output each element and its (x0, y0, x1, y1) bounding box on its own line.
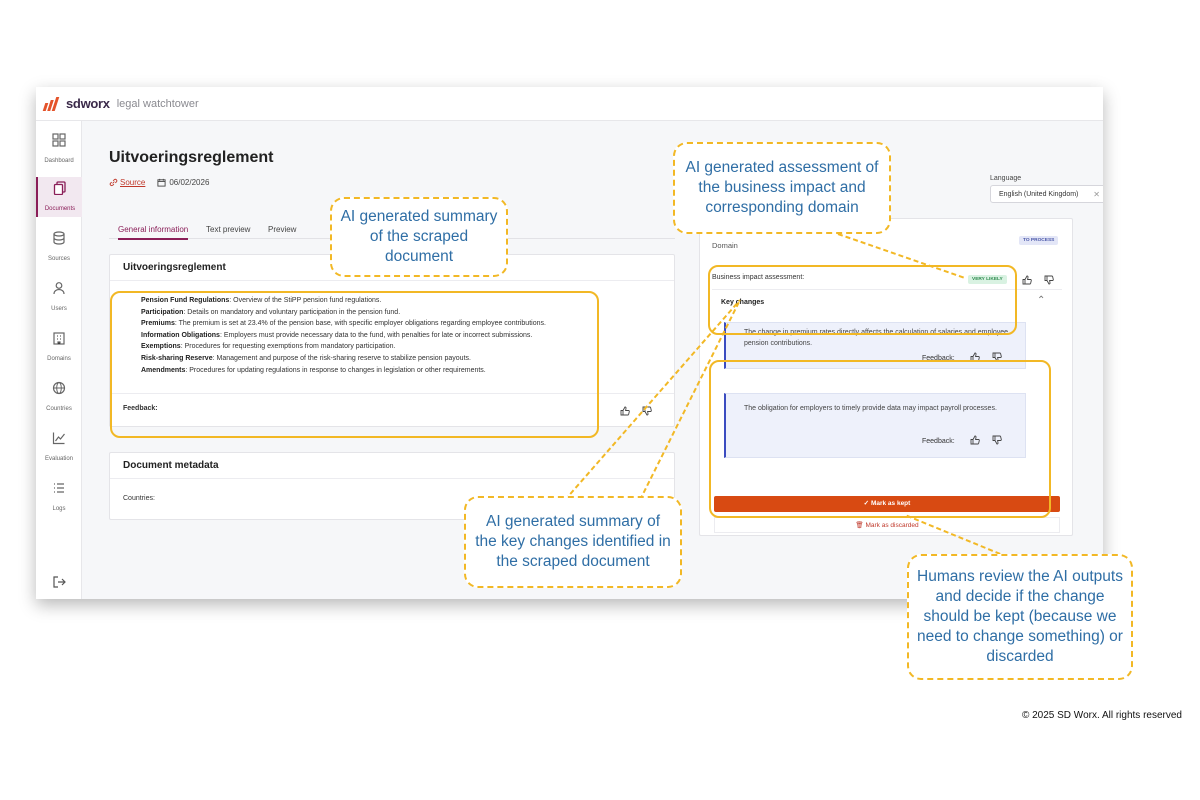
tab-text-preview[interactable]: Text preview (206, 225, 250, 234)
thumbs-up-button[interactable] (620, 403, 630, 421)
logout-button[interactable] (36, 571, 82, 591)
product-name: legal watchtower (116, 97, 199, 110)
sidebar-item-label: Users (51, 306, 67, 312)
copyright: © 2025 SD Worx. All rights reserved (1021, 710, 1182, 721)
logo: sdworx legal watchtower (42, 96, 199, 111)
trash-icon: 🗑 (855, 522, 866, 529)
chart-icon (52, 432, 65, 445)
sidebar-item-dashboard[interactable]: Dashboard (36, 129, 82, 169)
sidebar-item-label: Countries (46, 406, 72, 412)
callout-key-changes: AI generated summary of the key changes … (464, 496, 682, 588)
source-link[interactable]: Source (109, 178, 145, 187)
language-select[interactable]: English (United Kingdom) ✕ ⌄ (990, 185, 1103, 203)
globe-icon (52, 381, 66, 395)
document-date: 06/02/2026 (169, 178, 210, 187)
source-label: Source (120, 178, 146, 187)
documents-icon (53, 181, 66, 195)
top-bar: sdworx legal watchtower (36, 87, 1103, 121)
slide: sdworx legal watchtower Dashboard Docume… (0, 0, 1200, 800)
date-field: 06/02/2026 (157, 178, 209, 187)
calendar-icon (157, 178, 166, 187)
chevron-up-icon[interactable]: ⌃ (1037, 295, 1045, 306)
user-icon (53, 282, 65, 295)
grid-icon (52, 133, 66, 147)
list-icon (54, 483, 64, 493)
sidebar-item-label: Dashboard (44, 158, 74, 164)
metadata-card-title: Document metadata (110, 453, 674, 479)
sidebar-item-label: Documents (44, 206, 76, 212)
countries-label: Countries: (123, 495, 155, 502)
thumbs-down-button[interactable] (1044, 272, 1054, 290)
building-icon (53, 332, 65, 345)
callout-summary: AI generated summary of the scraped docu… (330, 197, 508, 277)
sidebar: Dashboard Documents Sources Users Domain… (36, 121, 82, 599)
thumbs-up-button[interactable] (1022, 272, 1032, 290)
link-icon (109, 178, 118, 187)
thumbs-up-icon (620, 406, 630, 416)
key-changes-highlight (709, 360, 1051, 518)
document-meta: Source 06/02/2026 (109, 178, 209, 187)
callout-review: Humans review the AI outputs and decide … (907, 554, 1133, 680)
status-badge: TO PROCESS (1019, 236, 1059, 245)
sidebar-item-logs[interactable]: Logs (36, 477, 82, 517)
sidebar-item-users[interactable]: Users (36, 277, 82, 317)
sidebar-item-label: Domains (47, 356, 71, 362)
logout-icon (53, 576, 66, 588)
mark-as-discarded-label: Mark as discarded (865, 522, 919, 529)
domain-label: Domain (712, 241, 738, 250)
sidebar-item-documents[interactable]: Documents (36, 177, 82, 217)
sidebar-item-domains[interactable]: Domains (36, 327, 82, 367)
thumbs-down-button[interactable] (642, 403, 652, 421)
tab-preview[interactable]: Preview (268, 225, 296, 234)
sidebar-item-countries[interactable]: Countries (36, 377, 82, 417)
sidebar-item-sources[interactable]: Sources (36, 227, 82, 267)
logo-mark-icon (42, 96, 62, 111)
language-label: Language (990, 175, 1022, 182)
sidebar-item-label: Logs (52, 506, 66, 512)
language-value: English (United Kingdom) (999, 191, 1079, 198)
sidebar-item-label: Sources (47, 256, 70, 262)
page-title: Uitvoeringsreglement (109, 149, 274, 166)
thumbs-down-icon (642, 406, 652, 416)
summary-highlight (110, 291, 599, 438)
callout-impact: AI generated assessment of the business … (673, 142, 891, 234)
sidebar-item-label: Evaluation (44, 456, 74, 462)
thumbs-up-icon (1022, 275, 1032, 285)
impact-highlight (708, 265, 1017, 335)
mark-as-discarded-button[interactable]: 🗑 Mark as discarded (714, 517, 1060, 533)
sidebar-item-evaluation[interactable]: Evaluation (36, 427, 82, 467)
thumbs-down-icon (1044, 275, 1054, 285)
database-icon (53, 231, 65, 245)
clear-icon[interactable]: ✕ (1093, 190, 1100, 199)
tab-general-information[interactable]: General information (118, 225, 189, 240)
brand-name: sdworx (66, 96, 110, 111)
